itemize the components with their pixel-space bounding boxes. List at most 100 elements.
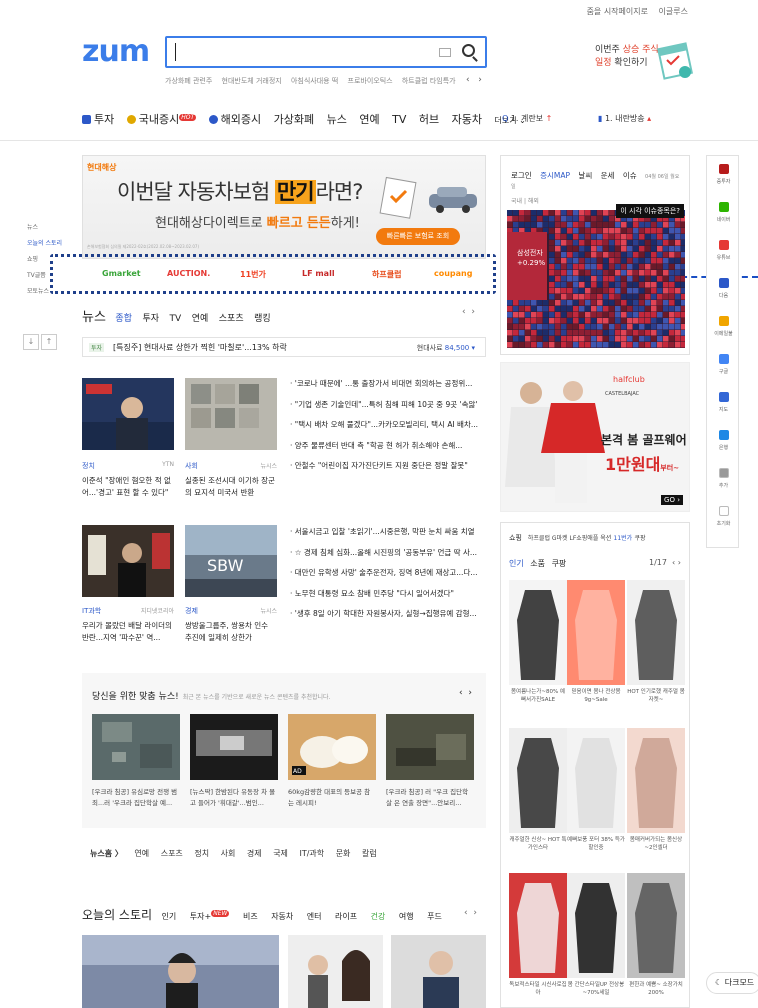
recommended-caption[interactable]: [뉴스딱] 한밤된다 유동장 차 몰고 들어가 '휘대갈'...범인... bbox=[190, 787, 278, 809]
product-caption[interactable]: 봄 간단스타일UP 전상봉~70%세일 bbox=[567, 981, 625, 1005]
story-thumbnail[interactable] bbox=[82, 935, 279, 1008]
insurance-ad-banner[interactable]: 현대해상 이번달 자동차보험 만기라면? 현대해상다이렉트로 빠르고 든든하게!… bbox=[82, 155, 486, 259]
story-tab-active[interactable]: 건강 bbox=[371, 912, 386, 921]
prev-icon[interactable]: ‹ bbox=[464, 908, 468, 918]
next-icon[interactable]: › bbox=[468, 688, 472, 698]
trending-keyword[interactable]: 현대반도체 거래정지 bbox=[222, 77, 282, 85]
panel-tab[interactable]: 이슈 bbox=[623, 171, 637, 180]
shopping-tab-active[interactable]: 인기 bbox=[509, 559, 524, 568]
story-tab[interactable]: 비즈 bbox=[243, 912, 258, 921]
nav-tv[interactable]: TV bbox=[392, 113, 406, 126]
keyboard-icon[interactable] bbox=[439, 48, 451, 57]
story-tab[interactable]: 푸드 bbox=[427, 912, 442, 921]
bullet-news-item[interactable]: · "택시 배차 오해 풀겠다"...카카오모빌리티, 택시 AI 배차... bbox=[290, 415, 482, 436]
news-thumbnail[interactable] bbox=[185, 378, 277, 450]
next-icon[interactable]: › bbox=[471, 307, 475, 317]
story-tab[interactable]: 엔터 bbox=[307, 912, 322, 921]
issue-tooltip[interactable]: 이 시각 이슈종목은? bbox=[616, 204, 684, 218]
story-thumbnail[interactable] bbox=[288, 935, 383, 1008]
product-caption[interactable]: 믿음이면 봄나 전상봄9g~Sale bbox=[567, 688, 625, 712]
rail-item[interactable]: 이메일불 bbox=[707, 316, 740, 337]
story-tab[interactable]: 라이프 bbox=[335, 912, 357, 921]
news-category-link[interactable]: 스포츠 bbox=[161, 849, 183, 858]
nav-domestic-stock[interactable]: 국내증시 HOT bbox=[126, 111, 197, 127]
arrow-down-icon[interactable]: ↓ bbox=[23, 334, 39, 350]
bullet-news-item[interactable]: · "기업 생존 기술인데"...특허 침해 피해 10곳 중 9곳 '속앓' bbox=[290, 395, 482, 416]
nav-crypto[interactable]: 가상화폐 bbox=[274, 111, 314, 127]
egloos-link[interactable]: 이글루스 bbox=[659, 7, 688, 16]
start-page-link[interactable]: 줌을 시작페이지로 bbox=[587, 7, 648, 16]
news-tab[interactable]: 연예 bbox=[192, 314, 209, 324]
news-tab[interactable]: 투자 bbox=[142, 314, 159, 324]
product-image[interactable] bbox=[509, 728, 567, 833]
news-title[interactable]: 이준석 "장애인 혐오한 적 없어...'경고' 표현 할 수 있다" bbox=[82, 475, 174, 499]
product-image[interactable] bbox=[567, 873, 625, 978]
recommended-caption[interactable]: [우크라 침공] 유심로망 전쟁 범죄...러 '우크라 집단학살 예... bbox=[92, 787, 180, 809]
trending-keyword[interactable]: 프로바이오틱스 bbox=[348, 77, 393, 85]
product-caption[interactable]: 캐주얼한 신상~ HOT 특가인스타 bbox=[509, 836, 567, 860]
next-icon[interactable]: › bbox=[473, 908, 477, 918]
news-category-link[interactable]: 칼럼 bbox=[362, 849, 377, 858]
news-category-link[interactable]: 사회 bbox=[221, 849, 236, 858]
news-category-link[interactable]: 연예 bbox=[134, 849, 149, 858]
realtime-search-2[interactable]: ▮ 1. 내란방송 ▴ bbox=[598, 113, 651, 124]
story-tab[interactable]: 인기 bbox=[162, 912, 177, 921]
product-image[interactable] bbox=[567, 728, 625, 833]
rail-item[interactable]: 추가 bbox=[707, 468, 740, 489]
trending-keyword[interactable]: 하트클럽 타임특가 bbox=[402, 77, 456, 85]
search-input[interactable] bbox=[165, 36, 487, 68]
news-home-link[interactable]: 뉴스홈 〉 bbox=[90, 849, 123, 858]
news-category-link[interactable]: 정치 bbox=[194, 849, 209, 858]
news-thumbnail[interactable] bbox=[82, 525, 174, 597]
news-title[interactable]: 쌍방울그룹주, 쌍용차 인수 추진에 일제히 상한가 bbox=[185, 620, 277, 644]
news-tab-active[interactable]: 종합 bbox=[115, 314, 132, 324]
bullet-news-item[interactable]: · 안철수 "어린이집 자가진단키트 지원 중단은 정말 잘못" bbox=[290, 456, 482, 477]
product-image[interactable] bbox=[567, 580, 625, 685]
rail-item[interactable]: 유튜브 bbox=[707, 240, 740, 261]
news-thumbnail[interactable]: SBW bbox=[185, 525, 277, 597]
rail-item[interactable]: 초기화 bbox=[707, 506, 740, 527]
nav-news[interactable]: 뉴스 bbox=[327, 111, 347, 127]
nav-invest[interactable]: 투자 bbox=[82, 111, 114, 127]
news-tab[interactable]: 랭킹 bbox=[254, 314, 271, 324]
bullet-news-item[interactable]: · '생후 8일 아기 학대한 자원봉사자, 실형→집행유예 감형... bbox=[290, 604, 482, 625]
stock-heatmap[interactable] bbox=[507, 210, 685, 348]
bullet-news-item[interactable]: · '코로나 때문에' ...통 출장가서 비대면 회의하는 공정위... bbox=[290, 374, 482, 395]
bullet-news-item[interactable]: · 노무현 대통령 묘소 참배 민주당 "다시 일어서겠다" bbox=[290, 584, 482, 605]
prev-icon[interactable]: ‹ bbox=[466, 75, 470, 85]
news-category-link[interactable]: 경제 bbox=[247, 849, 262, 858]
shopping-tab[interactable]: 쿠팡 bbox=[552, 559, 567, 568]
ad-cta-button[interactable]: 빠른빠른 보험료 조회 bbox=[376, 228, 460, 245]
recommended-thumbnail[interactable]: AD bbox=[288, 714, 376, 780]
news-tab[interactable]: TV bbox=[170, 314, 182, 324]
product-caption[interactable]: 몸매커버가되는 봄신상~2인셀더 bbox=[627, 836, 685, 860]
nav-car[interactable]: 자동차 bbox=[452, 111, 482, 127]
panel-tab-active[interactable]: 증시MAP bbox=[540, 171, 570, 180]
market-toggle[interactable]: 국내 | 해외 bbox=[511, 196, 539, 205]
zum-logo[interactable]: zum bbox=[82, 34, 150, 69]
panel-tab[interactable]: 운세 bbox=[601, 171, 615, 180]
promo-text[interactable]: 이번주 상승 주식 일정 확인하기 bbox=[595, 44, 659, 70]
rail-item[interactable]: 증투자 bbox=[707, 164, 740, 185]
login-link[interactable]: 로그인 bbox=[511, 171, 532, 180]
bullet-news-item[interactable]: · 양주 물류센터 반대 측 "학공 현 허가 취소해야 손해... bbox=[290, 436, 482, 457]
recommended-thumbnail[interactable] bbox=[386, 714, 474, 780]
side-menu-item[interactable]: 뉴스 bbox=[27, 220, 62, 236]
prev-icon[interactable]: ‹ bbox=[462, 307, 466, 317]
rail-item[interactable]: 구글 bbox=[707, 354, 740, 375]
recommended-caption[interactable]: 60kg감량한 대표의 등보공 참는 레시피! bbox=[288, 787, 376, 809]
next-icon[interactable]: › bbox=[678, 558, 681, 567]
trending-keyword[interactable]: 아침식사대용 떡 bbox=[291, 77, 338, 85]
realtime-search-1[interactable]: Q 1. 계란보 ↑ bbox=[502, 113, 552, 124]
news-category-link[interactable]: 국제 bbox=[273, 849, 288, 858]
story-thumbnail[interactable] bbox=[391, 935, 486, 1008]
story-tab[interactable]: 투자+ NEW bbox=[190, 910, 230, 921]
panel-tab[interactable]: 날씨 bbox=[578, 171, 592, 180]
product-image[interactable] bbox=[627, 873, 685, 978]
product-image[interactable] bbox=[509, 580, 567, 685]
recommended-thumbnail[interactable] bbox=[190, 714, 278, 780]
search-icon[interactable] bbox=[462, 44, 475, 57]
product-caption[interactable]: 편한과 예쁨~ 소장가치200% bbox=[627, 981, 685, 1005]
news-tab[interactable]: 스포츠 bbox=[219, 314, 244, 324]
rail-item[interactable]: 은행 bbox=[707, 430, 740, 451]
